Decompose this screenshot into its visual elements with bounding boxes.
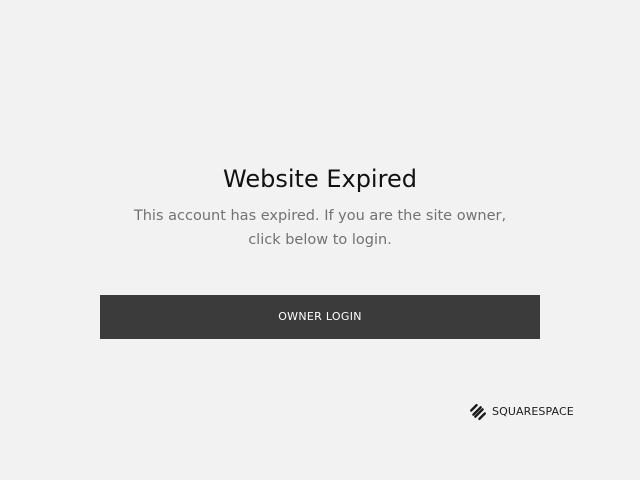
- brand-name: SQUARESPACE: [492, 405, 574, 418]
- squarespace-branding[interactable]: SQUARESPACE: [468, 402, 574, 422]
- owner-login-button[interactable]: OWNER LOGIN: [100, 295, 540, 339]
- expired-page: Website Expired This account has expired…: [0, 0, 640, 480]
- expired-message: This account has expired. If you are the…: [133, 208, 507, 248]
- page-title: Website Expired: [223, 165, 417, 193]
- squarespace-logo-icon: [470, 403, 486, 421]
